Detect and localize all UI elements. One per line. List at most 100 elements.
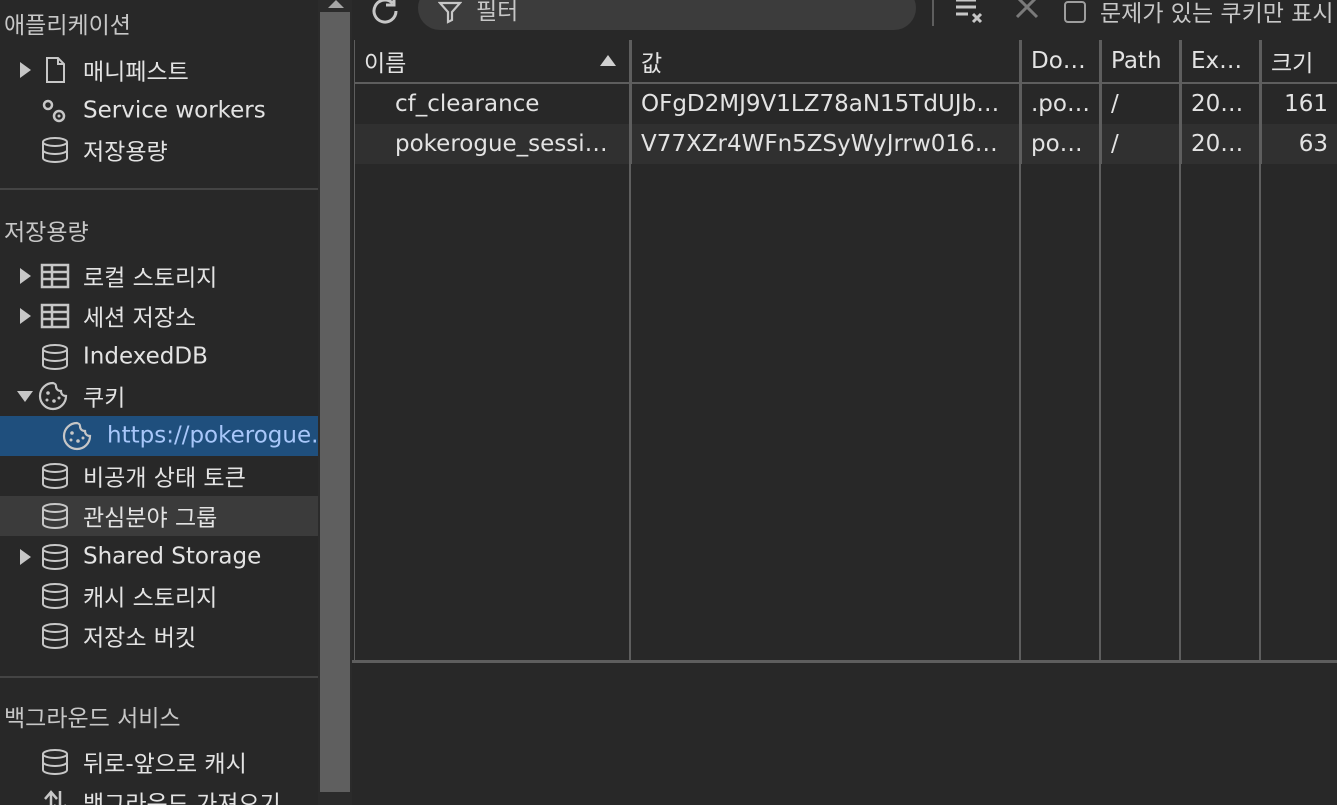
sidebar-item-label: IndexedDB bbox=[83, 343, 208, 370]
column-divider[interactable] bbox=[1259, 40, 1261, 660]
column-label: Path bbox=[1111, 48, 1162, 74]
scroll-up-arrow-icon[interactable] bbox=[328, 0, 344, 8]
gears-icon bbox=[42, 99, 66, 123]
only-issues-label: 문제가 있는 쿠키만 표시 bbox=[1100, 1, 1334, 27]
database-icon bbox=[42, 463, 68, 490]
sidebar-item-service-workers[interactable]: Service workers bbox=[0, 91, 318, 131]
refresh-icon[interactable] bbox=[368, 0, 402, 28]
column-header-domain[interactable]: Do… bbox=[1021, 40, 1102, 84]
sidebar-item-cookie-origin[interactable]: https://pokerogue.net bbox=[0, 416, 318, 456]
sidebar-item-interest-groups[interactable]: 관심분야 그룹 bbox=[0, 496, 318, 536]
column-header-name[interactable]: 이름 bbox=[355, 40, 632, 84]
cell-value: OFgD2MJ9V1LZ78aN15TdUJb5U… bbox=[631, 83, 1022, 124]
cell-path: / bbox=[1101, 83, 1182, 124]
sidebar-item-app-storage[interactable]: 저장용량 bbox=[0, 130, 318, 170]
sidebar-item-label: 비공개 상태 토큰 bbox=[83, 465, 246, 492]
expand-arrow-icon[interactable] bbox=[20, 62, 31, 78]
database-icon bbox=[42, 623, 68, 650]
database-icon bbox=[42, 503, 68, 530]
cookie-icon bbox=[62, 421, 92, 451]
toolbar-separator bbox=[932, 0, 934, 26]
sidebar-item-label: 백그라운드 가져오기 bbox=[83, 791, 281, 805]
sidebar-scrollbar[interactable] bbox=[318, 0, 352, 805]
column-divider[interactable] bbox=[1099, 40, 1101, 660]
cell-name: pokerogue_session… bbox=[355, 124, 632, 164]
cookies-panel: 문제가 있는 쿠키만 표시 이름 값 Do… Path Expi… 크기 cf_… bbox=[352, 0, 1337, 805]
column-header-expires[interactable]: Expi… bbox=[1181, 40, 1262, 84]
cell-domain: .po… bbox=[1021, 83, 1102, 124]
sidebar-item-shared-storage[interactable]: Shared Storage bbox=[0, 537, 318, 577]
sidebar-item-manifest[interactable]: 매니페스트 bbox=[0, 50, 318, 90]
delete-selected-icon[interactable] bbox=[1012, 0, 1042, 28]
section-divider bbox=[0, 188, 318, 190]
column-header-path[interactable]: Path bbox=[1101, 40, 1182, 84]
database-icon bbox=[42, 344, 68, 371]
sidebar-item-bfcache[interactable]: 뒤로-앞으로 캐시 bbox=[0, 742, 318, 782]
column-header-size[interactable]: 크기 bbox=[1261, 40, 1337, 84]
cell-expires: 202… bbox=[1181, 124, 1262, 164]
section-title-application: 애플리케이션 bbox=[4, 13, 131, 39]
section-title-background-services: 백그라운드 서비스 bbox=[4, 706, 181, 732]
sidebar-item-label: 로컬 스토리지 bbox=[83, 265, 218, 292]
table-header-row: 이름 값 Do… Path Expi… 크기 bbox=[355, 40, 1337, 84]
database-icon bbox=[42, 544, 68, 571]
sidebar-item-label: Service workers bbox=[83, 97, 266, 124]
table-row[interactable]: pokerogue_session… V77XZr4WFn5ZSyWyJrrw0… bbox=[355, 124, 1337, 164]
sort-ascending-icon bbox=[600, 55, 616, 66]
cell-size: 63 bbox=[1261, 124, 1337, 164]
cell-expires: 202… bbox=[1181, 83, 1262, 124]
sidebar-item-label: 저장용량 bbox=[83, 139, 168, 166]
document-icon bbox=[46, 57, 65, 83]
section-divider bbox=[0, 676, 318, 678]
cell-domain: pok… bbox=[1021, 124, 1102, 164]
database-icon bbox=[42, 749, 68, 776]
sidebar-item-label: 매니페스트 bbox=[83, 59, 189, 86]
cell-value: V77XZr4WFn5ZSyWyJrrw016WK… bbox=[631, 124, 1022, 164]
filter-box[interactable] bbox=[418, 0, 916, 30]
table-row[interactable]: cf_clearance OFgD2MJ9V1LZ78aN15TdUJb5U… … bbox=[355, 83, 1337, 124]
cookie-icon bbox=[38, 381, 68, 411]
sidebar-item-label: 뒤로-앞으로 캐시 bbox=[83, 751, 247, 778]
sidebar-item-label: 캐시 스토리지 bbox=[83, 585, 218, 612]
sidebar-item-background-fetch[interactable]: 백그라운드 가져오기 bbox=[0, 782, 318, 805]
collapse-arrow-icon[interactable] bbox=[17, 391, 33, 402]
section-title-storage: 저장용량 bbox=[4, 220, 89, 246]
cell-name: cf_clearance bbox=[355, 83, 632, 124]
expand-arrow-icon[interactable] bbox=[20, 308, 31, 324]
expand-arrow-icon[interactable] bbox=[20, 268, 31, 284]
sidebar-item-label: 관심분야 그룹 bbox=[83, 505, 218, 532]
sidebar-item-cookies[interactable]: 쿠키 bbox=[0, 376, 318, 416]
column-divider[interactable] bbox=[629, 40, 631, 660]
column-divider[interactable] bbox=[1179, 40, 1181, 660]
database-icon bbox=[42, 137, 68, 164]
sidebar-item-local-storage[interactable]: 로컬 스토리지 bbox=[0, 256, 318, 296]
sidebar-item-indexeddb[interactable]: IndexedDB bbox=[0, 337, 318, 377]
expand-arrow-icon[interactable] bbox=[20, 549, 31, 565]
sidebar-item-label: Shared Storage bbox=[83, 543, 262, 570]
up-down-arrows-icon bbox=[44, 790, 66, 805]
application-sidebar: 애플리케이션 매니페스트 Service workers 저장용량 저장용량 로… bbox=[0, 0, 318, 805]
clear-all-icon[interactable] bbox=[952, 0, 986, 28]
sidebar-item-label: 쿠키 bbox=[83, 385, 126, 412]
column-label: Do… bbox=[1031, 48, 1086, 74]
sidebar-item-label: 저장소 버킷 bbox=[83, 625, 197, 652]
cookie-preview-pane bbox=[352, 663, 1337, 805]
sidebar-item-session-storage[interactable]: 세션 저장소 bbox=[0, 296, 318, 336]
filter-input[interactable] bbox=[474, 0, 878, 28]
column-label: 값 bbox=[641, 51, 663, 77]
column-header-value[interactable]: 값 bbox=[631, 40, 1022, 84]
database-icon bbox=[42, 583, 68, 610]
sidebar-item-private-state-tokens[interactable]: 비공개 상태 토큰 bbox=[0, 456, 318, 496]
table-icon bbox=[40, 303, 70, 329]
column-label: 크기 bbox=[1271, 51, 1314, 77]
column-label: 이름 bbox=[364, 51, 407, 77]
column-label: Expi… bbox=[1191, 48, 1261, 74]
cell-path: / bbox=[1101, 124, 1182, 164]
filter-icon bbox=[438, 1, 462, 24]
sidebar-item-storage-buckets[interactable]: 저장소 버킷 bbox=[0, 616, 318, 656]
sidebar-item-cache-storage[interactable]: 캐시 스토리지 bbox=[0, 576, 318, 616]
scrollbar-thumb[interactable] bbox=[320, 12, 350, 792]
only-issues-checkbox[interactable] bbox=[1064, 1, 1086, 23]
column-divider[interactable] bbox=[1019, 40, 1021, 660]
cookies-table: 이름 값 Do… Path Expi… 크기 cf_clearance OFgD… bbox=[354, 40, 1337, 660]
